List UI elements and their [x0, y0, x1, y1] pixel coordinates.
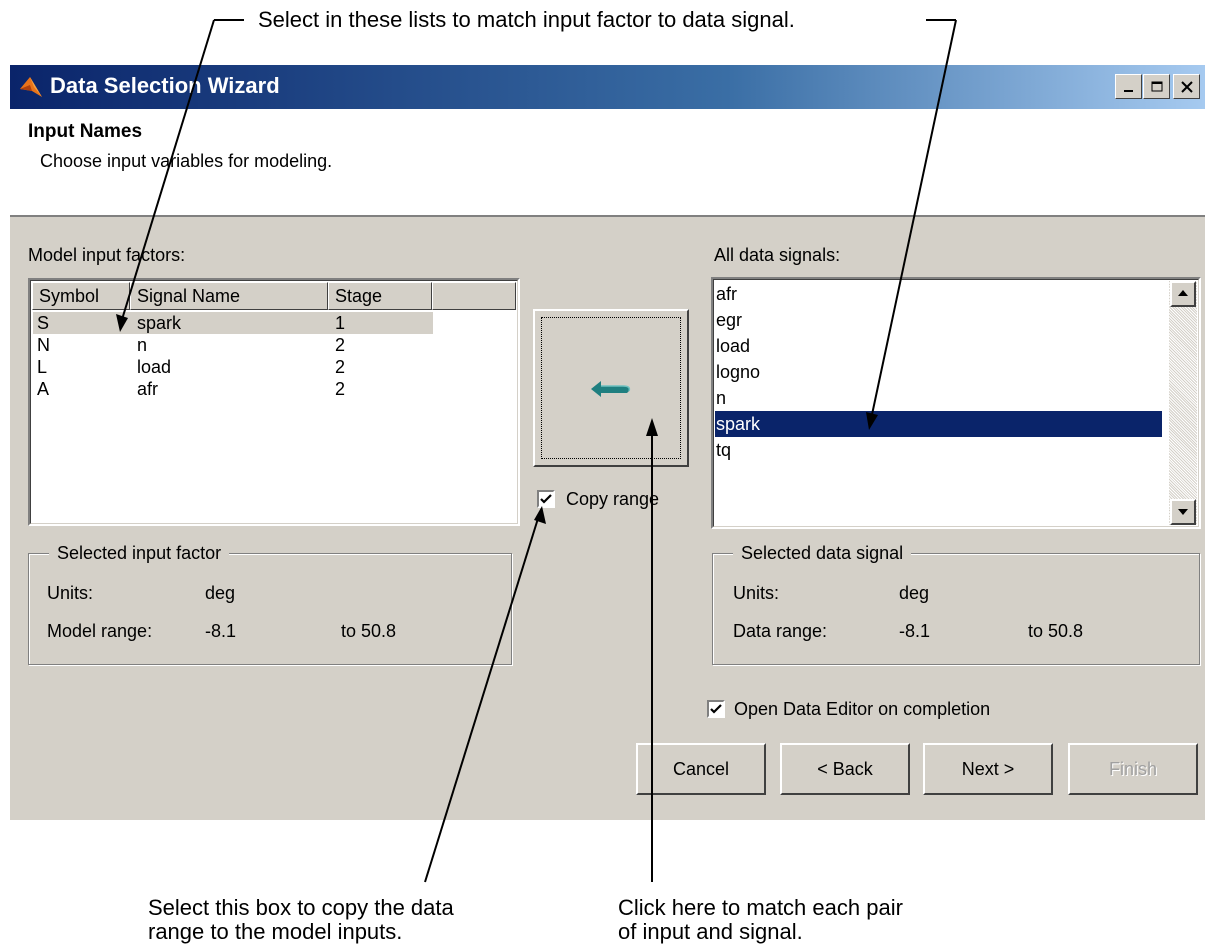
- arrowhead: [116, 314, 128, 332]
- arrowhead: [534, 506, 546, 524]
- callout-leader: [869, 19, 957, 425]
- arrowhead: [646, 418, 658, 436]
- callout-leader: [424, 511, 541, 883]
- callout-arrows: [116, 19, 957, 883]
- callout-leader: [119, 19, 215, 327]
- arrowhead: [866, 412, 878, 430]
